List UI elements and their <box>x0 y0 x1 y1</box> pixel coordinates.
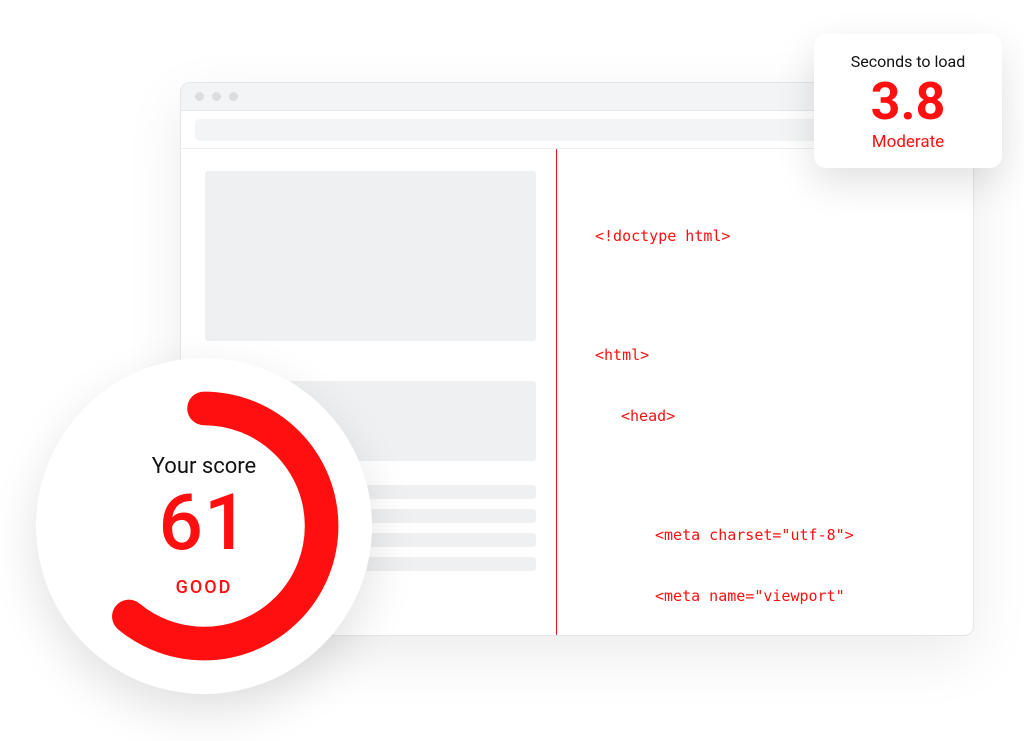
code-line: <html> <box>595 345 943 365</box>
load-label: Seconds to load <box>824 52 992 71</box>
placeholder-hero <box>205 171 536 341</box>
code-line: <meta charset="utf-8"> <box>595 525 943 545</box>
traffic-light-min-icon <box>212 92 221 101</box>
load-value: 3.8 <box>824 75 992 130</box>
code-line: <!doctype html> <box>595 226 943 246</box>
score-value: 61 <box>159 485 250 563</box>
score-rating: GOOD <box>176 577 233 598</box>
load-time-card: Seconds to load 3.8 Moderate <box>814 34 1002 168</box>
code-line: <head> <box>595 406 943 426</box>
traffic-light-max-icon <box>229 92 238 101</box>
code-line: <meta name="viewport" <box>595 586 943 606</box>
source-code-pane: <!doctype html> <html> <head> <meta char… <box>557 149 973 635</box>
score-label: Your score <box>152 454 256 479</box>
load-rating: Moderate <box>824 132 992 152</box>
score-gauge-card: Your score 61 GOOD <box>36 358 372 694</box>
score-gauge: Your score 61 GOOD <box>64 386 344 666</box>
traffic-light-close-icon <box>195 92 204 101</box>
